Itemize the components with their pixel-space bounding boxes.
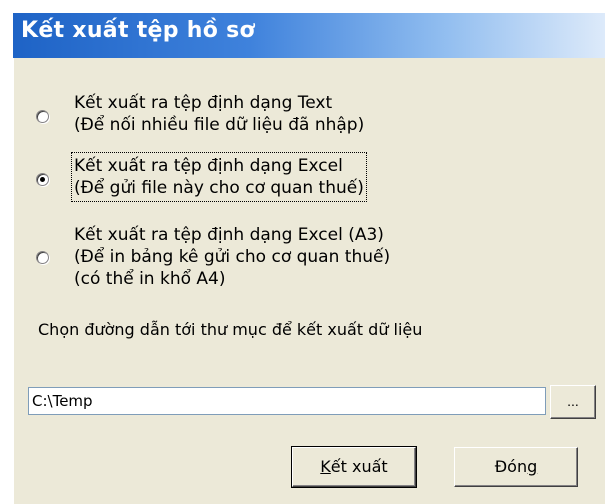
option-excel-line1: Kết xuất ra tệp định dạng Excel — [74, 156, 343, 176]
radio-excel[interactable] — [36, 173, 49, 186]
path-input[interactable] — [28, 387, 546, 415]
export-button[interactable]: Kết xuất — [291, 446, 417, 488]
export-mnemonic: K — [320, 457, 331, 476]
browse-button[interactable]: ... — [550, 385, 596, 419]
option-text-line1: Kết xuất ra tệp định dạng Text — [74, 93, 333, 113]
radio-text[interactable] — [36, 110, 49, 123]
path-caption: Chọn đường dẫn tới thư mục để kết xuất d… — [38, 320, 423, 339]
dialog-body: Kết xuất ra tệp định dạng Text (Để nối n… — [13, 58, 605, 504]
option-excel-line2: (Để gửi file này cho cơ quan thuế) — [74, 178, 364, 198]
close-label-pre: Đón — [494, 457, 528, 476]
radio-excel-a3[interactable] — [36, 251, 49, 264]
option-text-label[interactable]: Kết xuất ra tệp định dạng Text (Để nối n… — [74, 92, 364, 136]
option-excel-label[interactable]: Kết xuất ra tệp định dạng Excel (Để gửi … — [71, 152, 367, 202]
close-mnemonic: g — [527, 457, 538, 476]
option-excel-a3-line3: (có thể in khổ A4) — [74, 269, 226, 289]
close-button[interactable]: Đóng — [454, 447, 578, 487]
option-excel-a3-label[interactable]: Kết xuất ra tệp định dạng Excel (A3) (Để… — [74, 224, 390, 290]
option-text-line2: (Để nối nhiều file dữ liệu đã nhập) — [74, 115, 365, 135]
title-bar[interactable]: Kết xuất tệp hồ sơ — [13, 13, 605, 58]
export-label-rest: ết xuất — [330, 457, 388, 476]
option-excel-a3-line2: (Để in bảng kê gửi cho cơ quan thuế) — [74, 247, 391, 267]
window-title: Kết xuất tệp hồ sơ — [21, 18, 255, 43]
option-excel-a3-line1: Kết xuất ra tệp định dạng Excel (A3) — [74, 225, 384, 245]
